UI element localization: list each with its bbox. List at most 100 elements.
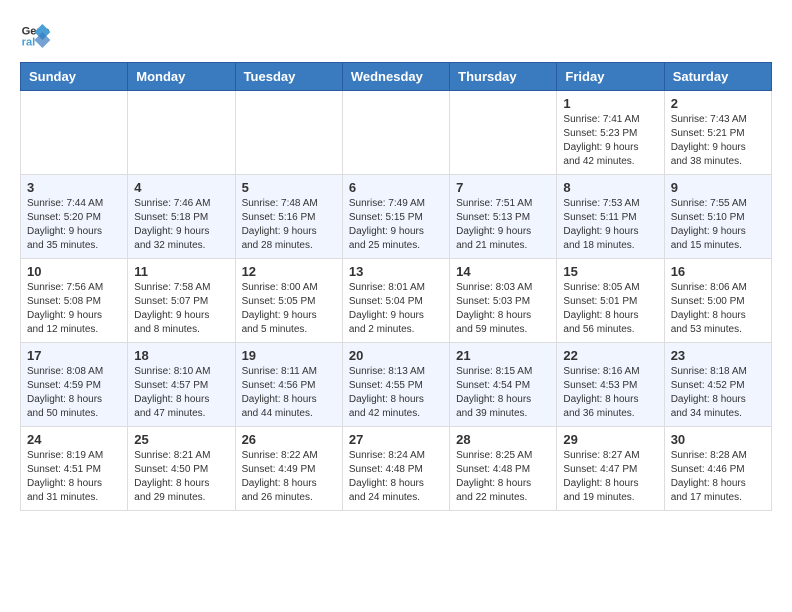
day-info: Sunrise: 7:49 AM Sunset: 5:15 PM Dayligh… [349,197,443,253]
day-cell: 26Sunrise: 8:22 AM Sunset: 4:49 PM Dayli… [235,427,342,511]
day-cell: 14Sunrise: 8:03 AM Sunset: 5:03 PM Dayli… [450,259,557,343]
day-cell: 22 Sunrise: 8:16 AM Sunset: 4:53 PM Dayli… [557,343,664,427]
day-number: 23 [671,348,765,363]
column-header-saturday: Saturday [664,63,771,91]
day-info: Sunrise: 8:24 AM Sunset: 4:48 PM Dayligh… [349,449,443,505]
day-number: 5 [242,180,336,195]
day-info: Sunrise: 8:10 AM Sunset: 4:57 PM Dayligh… [134,365,228,421]
day-info: Sunrise: 8:11 AM Sunset: 4:56 PM Dayligh… [242,365,336,421]
day-number: 9 [671,180,765,195]
day-cell: 11 Sunrise: 7:58 AM Sunset: 5:07 PM Dayli… [128,259,235,343]
day-info: Sunrise: 7:53 AM Sunset: 5:11 PM Dayligh… [563,197,657,253]
day-number: 25 [134,432,228,447]
day-info: Sunrise: 8:06 AM Sunset: 5:00 PM Dayligh… [671,281,765,337]
day-number: 19 [242,348,336,363]
day-number: 30 [671,432,765,447]
day-info: Sunrise: 7:56 AM Sunset: 5:08 PM Dayligh… [27,281,121,337]
day-number: 17 [27,348,121,363]
day-info: Sunrise: 7:43 AM Sunset: 5:21 PM Dayligh… [671,113,765,169]
day-info: Sunrise: 8:19 AM Sunset: 4:51 PM Dayligh… [27,449,121,505]
column-header-monday: Monday [128,63,235,91]
day-cell [235,91,342,175]
day-number: 29 [563,432,657,447]
day-number: 16 [671,264,765,279]
day-number: 13 [349,264,443,279]
day-info: Sunrise: 7:51 AM Sunset: 5:13 PM Dayligh… [456,197,550,253]
day-cell: 9 Sunrise: 7:55 AM Sunset: 5:10 PM Daylig… [664,175,771,259]
day-cell: 10Sunrise: 7:56 AM Sunset: 5:08 PM Dayli… [21,259,128,343]
day-cell [342,91,449,175]
day-cell: 13 Sunrise: 8:01 AM Sunset: 5:04 PM Dayli… [342,259,449,343]
day-cell: 3 Sunrise: 7:44 AM Sunset: 5:20 PM Daylig… [21,175,128,259]
day-number: 4 [134,180,228,195]
day-info: Sunrise: 8:18 AM Sunset: 4:52 PM Dayligh… [671,365,765,421]
week-row-3: 10Sunrise: 7:56 AM Sunset: 5:08 PM Dayli… [21,259,772,343]
day-cell: 28Sunrise: 8:25 AM Sunset: 4:48 PM Dayli… [450,427,557,511]
column-header-sunday: Sunday [21,63,128,91]
day-cell: 24Sunrise: 8:19 AM Sunset: 4:51 PM Dayli… [21,427,128,511]
day-cell: 6 Sunrise: 7:49 AM Sunset: 5:15 PM Daylig… [342,175,449,259]
week-row-4: 17 Sunrise: 8:08 AM Sunset: 4:59 PM Dayli… [21,343,772,427]
day-number: 7 [456,180,550,195]
day-cell: 15Sunrise: 8:05 AM Sunset: 5:01 PM Dayli… [557,259,664,343]
day-info: Sunrise: 8:21 AM Sunset: 4:50 PM Dayligh… [134,449,228,505]
day-info: Sunrise: 7:48 AM Sunset: 5:16 PM Dayligh… [242,197,336,253]
day-cell: 5 Sunrise: 7:48 AM Sunset: 5:16 PM Daylig… [235,175,342,259]
calendar: SundayMondayTuesdayWednesdayThursdayFrid… [20,62,772,511]
day-cell: 27 Sunrise: 8:24 AM Sunset: 4:48 PM Dayli… [342,427,449,511]
day-number: 11 [134,264,228,279]
day-info: Sunrise: 8:22 AM Sunset: 4:49 PM Dayligh… [242,449,336,505]
day-cell: 19 Sunrise: 8:11 AM Sunset: 4:56 PM Dayli… [235,343,342,427]
day-info: Sunrise: 7:55 AM Sunset: 5:10 PM Dayligh… [671,197,765,253]
day-cell: 2 Sunrise: 7:43 AM Sunset: 5:21 PM Daylig… [664,91,771,175]
day-cell: 21 Sunrise: 8:15 AM Sunset: 4:54 PM Dayli… [450,343,557,427]
week-row-5: 24Sunrise: 8:19 AM Sunset: 4:51 PM Dayli… [21,427,772,511]
day-cell: 1 Sunrise: 7:41 AM Sunset: 5:23 PM Daylig… [557,91,664,175]
day-info: Sunrise: 7:44 AM Sunset: 5:20 PM Dayligh… [27,197,121,253]
day-info: Sunrise: 8:03 AM Sunset: 5:03 PM Dayligh… [456,281,550,337]
day-cell: 25 Sunrise: 8:21 AM Sunset: 4:50 PM Dayli… [128,427,235,511]
day-info: Sunrise: 8:15 AM Sunset: 4:54 PM Dayligh… [456,365,550,421]
day-number: 6 [349,180,443,195]
day-cell: 20 Sunrise: 8:13 AM Sunset: 4:55 PM Dayli… [342,343,449,427]
day-info: Sunrise: 8:13 AM Sunset: 4:55 PM Dayligh… [349,365,443,421]
day-info: Sunrise: 8:28 AM Sunset: 4:46 PM Dayligh… [671,449,765,505]
calendar-header-row: SundayMondayTuesdayWednesdayThursdayFrid… [21,63,772,91]
day-cell: 7 Sunrise: 7:51 AM Sunset: 5:13 PM Daylig… [450,175,557,259]
day-number: 12 [242,264,336,279]
column-header-friday: Friday [557,63,664,91]
day-number: 2 [671,96,765,111]
day-info: Sunrise: 8:01 AM Sunset: 5:04 PM Dayligh… [349,281,443,337]
day-number: 18 [134,348,228,363]
day-info: Sunrise: 8:27 AM Sunset: 4:47 PM Dayligh… [563,449,657,505]
day-info: Sunrise: 7:46 AM Sunset: 5:18 PM Dayligh… [134,197,228,253]
day-cell: 30 Sunrise: 8:28 AM Sunset: 4:46 PM Dayli… [664,427,771,511]
day-number: 20 [349,348,443,363]
day-cell: 18 Sunrise: 8:10 AM Sunset: 4:57 PM Dayli… [128,343,235,427]
day-info: Sunrise: 8:05 AM Sunset: 5:01 PM Dayligh… [563,281,657,337]
day-cell: 4 Sunrise: 7:46 AM Sunset: 5:18 PM Daylig… [128,175,235,259]
day-cell [21,91,128,175]
day-number: 22 [563,348,657,363]
week-row-2: 3 Sunrise: 7:44 AM Sunset: 5:20 PM Daylig… [21,175,772,259]
day-info: Sunrise: 8:00 AM Sunset: 5:05 PM Dayligh… [242,281,336,337]
svg-text:ral: ral [22,37,36,49]
day-cell: 12 Sunrise: 8:00 AM Sunset: 5:05 PM Dayli… [235,259,342,343]
day-number: 21 [456,348,550,363]
day-info: Sunrise: 7:58 AM Sunset: 5:07 PM Dayligh… [134,281,228,337]
day-cell: 29 Sunrise: 8:27 AM Sunset: 4:47 PM Dayli… [557,427,664,511]
day-info: Sunrise: 8:25 AM Sunset: 4:48 PM Dayligh… [456,449,550,505]
day-number: 1 [563,96,657,111]
column-header-thursday: Thursday [450,63,557,91]
day-cell: 8Sunrise: 7:53 AM Sunset: 5:11 PM Daylig… [557,175,664,259]
day-cell: 17 Sunrise: 8:08 AM Sunset: 4:59 PM Dayli… [21,343,128,427]
day-info: Sunrise: 7:41 AM Sunset: 5:23 PM Dayligh… [563,113,657,169]
header: Gene ral [20,20,772,52]
week-row-1: 1 Sunrise: 7:41 AM Sunset: 5:23 PM Daylig… [21,91,772,175]
day-number: 27 [349,432,443,447]
logo: Gene ral [20,20,56,52]
day-info: Sunrise: 8:16 AM Sunset: 4:53 PM Dayligh… [563,365,657,421]
day-number: 3 [27,180,121,195]
day-info: Sunrise: 8:08 AM Sunset: 4:59 PM Dayligh… [27,365,121,421]
day-cell [450,91,557,175]
